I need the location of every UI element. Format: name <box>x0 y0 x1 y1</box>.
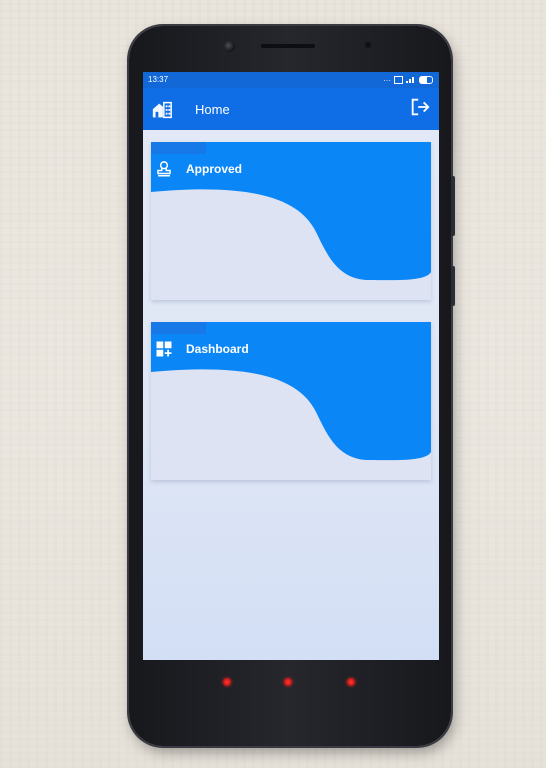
approved-card-label: Approved <box>186 162 243 176</box>
screen: 13:37 ··· Home Approved Dashboard <box>143 72 439 660</box>
menu-key-light[interactable] <box>223 678 231 686</box>
proximity-sensor <box>365 42 371 48</box>
front-camera <box>224 41 235 52</box>
phone-frame: 13:37 ··· Home Approved Dashboard <box>129 26 455 746</box>
app-bar: Home <box>143 88 439 130</box>
app-bar-title: Home <box>195 102 230 117</box>
dots-icon: ··· <box>383 75 391 85</box>
battery-icon <box>419 76 433 84</box>
logout-icon[interactable] <box>409 96 431 118</box>
stamp-icon <box>157 161 171 177</box>
dashboard-card-label: Dashboard <box>186 342 249 356</box>
earpiece-speaker <box>261 44 315 48</box>
volume-button <box>451 176 455 236</box>
home-icon[interactable] <box>151 99 173 121</box>
sim-icon <box>394 76 403 84</box>
approved-card[interactable]: Approved <box>151 142 431 300</box>
back-key-light[interactable] <box>347 678 355 686</box>
power-button <box>451 266 455 306</box>
home-key-light[interactable] <box>284 678 292 686</box>
signal-icon <box>406 75 416 85</box>
status-time: 13:37 <box>148 75 169 84</box>
status-bar: 13:37 ··· <box>143 72 439 88</box>
dashboard-add-icon <box>156 341 172 357</box>
navigation-keys <box>129 678 451 690</box>
dashboard-card[interactable]: Dashboard <box>151 322 431 480</box>
status-icons: ··· <box>383 75 433 85</box>
